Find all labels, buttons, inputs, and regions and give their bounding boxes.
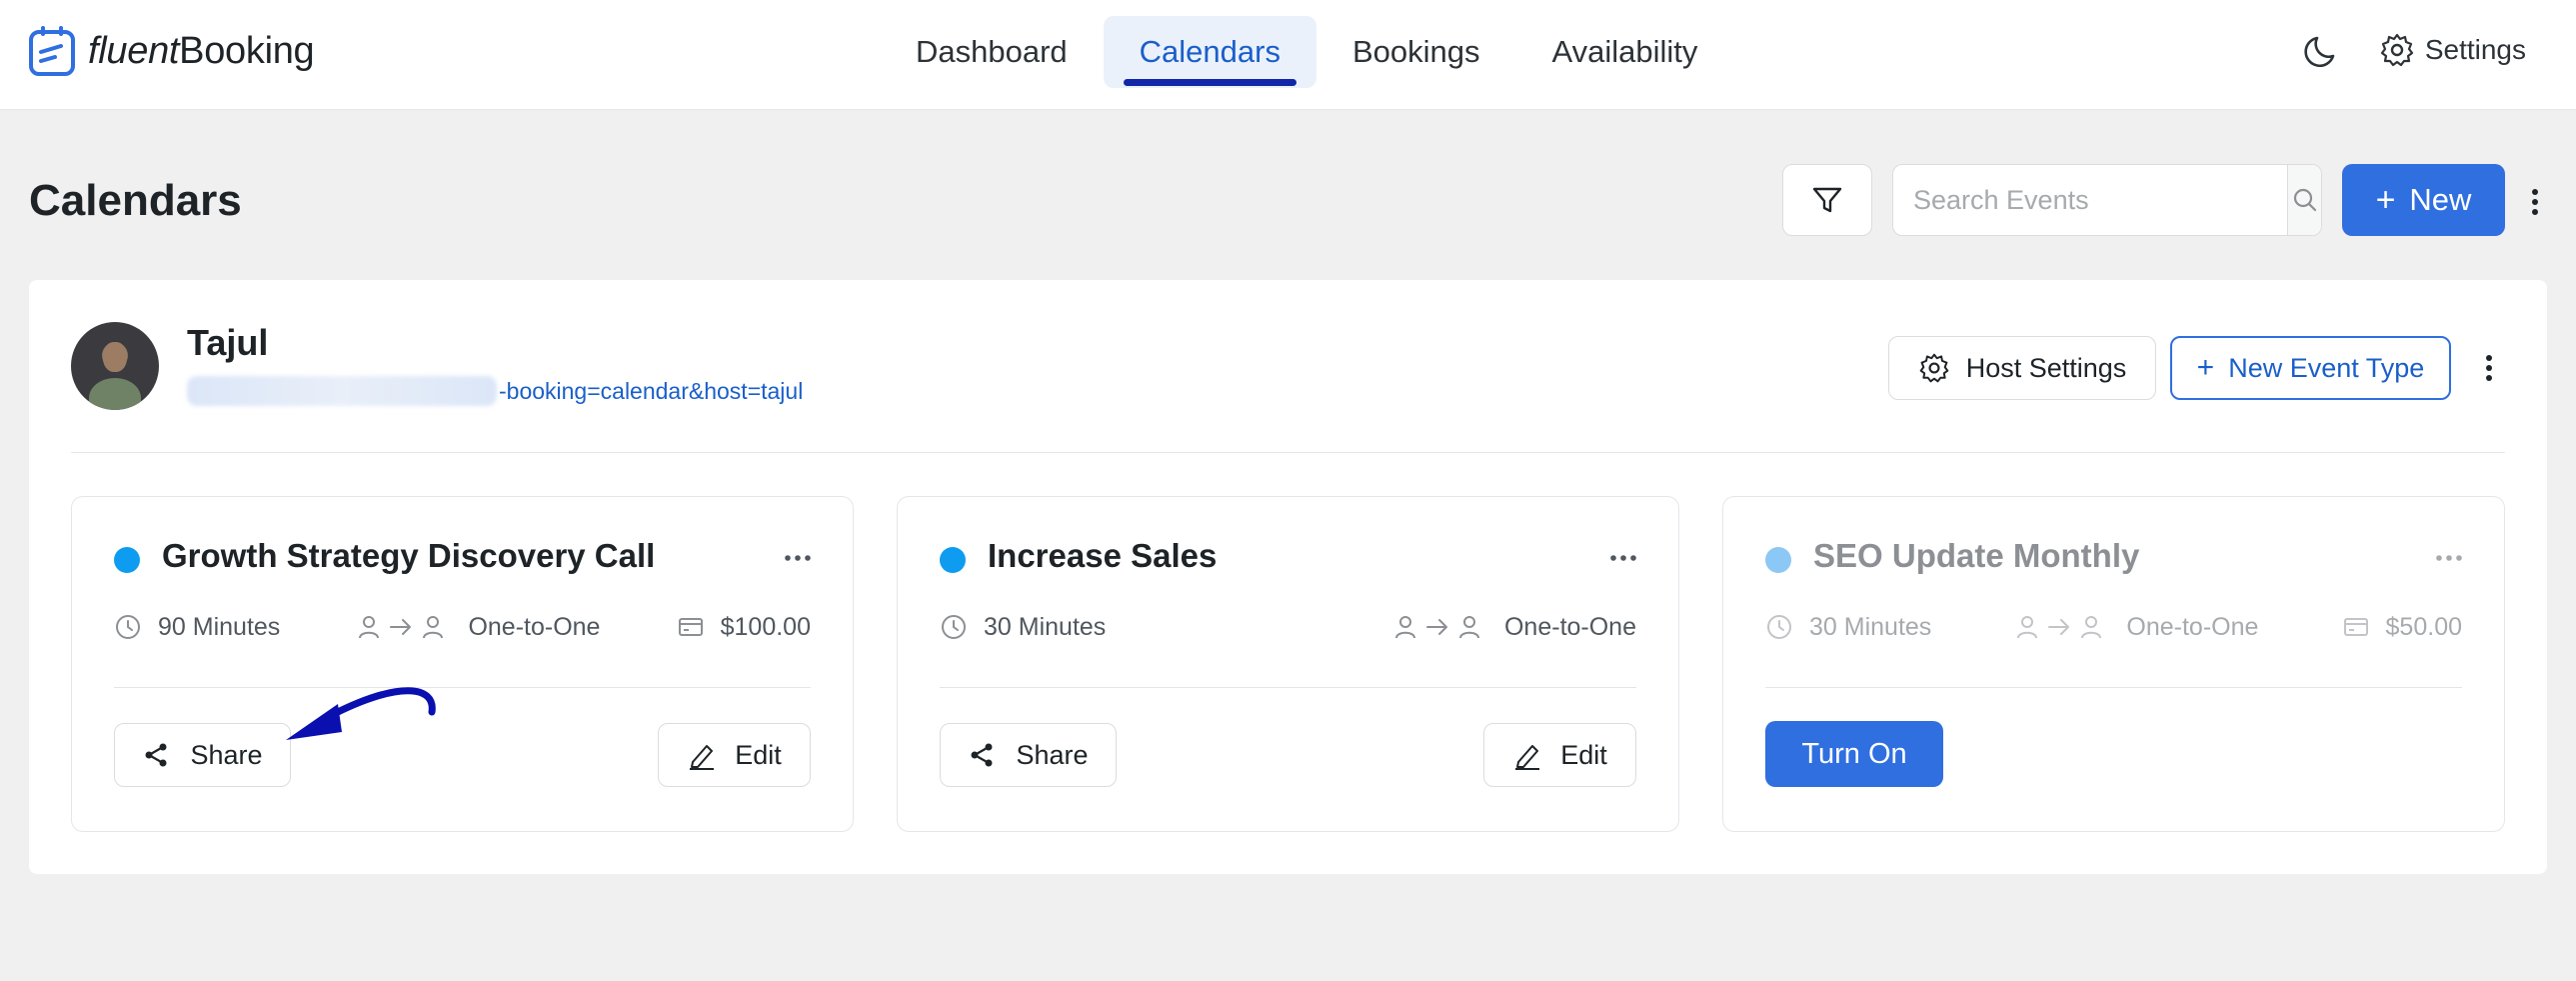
divider <box>71 452 2505 453</box>
edit-button[interactable]: Edit <box>1483 723 1636 787</box>
host-settings-button[interactable]: Host Settings <box>1888 336 2156 400</box>
event-price: $50.00 <box>2342 613 2462 642</box>
event-price-text: $50.00 <box>2385 612 2462 641</box>
event-color-dot <box>940 547 966 573</box>
share-icon <box>145 743 167 767</box>
event-more-options-icon[interactable] <box>2434 553 2464 563</box>
edit-label: Edit <box>735 739 782 770</box>
search-button[interactable] <box>2287 165 2321 235</box>
event-type: One-to-One <box>1392 613 1636 642</box>
calendar-logo-icon <box>29 26 75 76</box>
turn-on-button[interactable]: Turn On <box>1765 721 1943 787</box>
event-more-options-icon[interactable] <box>1608 553 1638 563</box>
one-to-one-icon <box>1392 614 1488 640</box>
divider <box>114 687 811 688</box>
event-type-text: One-to-One <box>468 612 601 641</box>
avatar <box>71 322 159 410</box>
app-logo[interactable]: fluentBooking <box>28 24 315 78</box>
clock-icon <box>116 615 140 639</box>
nav-calendars[interactable]: Calendars <box>1103 16 1316 88</box>
edit-button[interactable]: Edit <box>658 723 811 787</box>
event-card-growth-strategy[interactable]: Growth Strategy Discovery Call 90 Minute… <box>71 496 854 832</box>
event-card-increase-sales[interactable]: Increase Sales 30 Minutes One-to-One Sha… <box>897 496 1679 832</box>
event-color-dot <box>114 547 140 573</box>
event-color-dot <box>1765 547 1791 573</box>
blurred-url-prefix <box>187 376 497 406</box>
event-duration: 30 Minutes <box>1765 613 1931 642</box>
event-type-text: One-to-One <box>1503 612 1636 641</box>
event-price: $100.00 <box>677 613 811 642</box>
settings-link[interactable]: Settings <box>2379 32 2526 68</box>
filter-icon <box>1812 187 1842 213</box>
share-icon <box>971 743 993 767</box>
plus-icon: + <box>2196 351 2215 384</box>
host-url-link[interactable]: -booking=calendar&host=tajul <box>187 376 803 406</box>
event-title: SEO Update Monthly <box>1813 537 2140 574</box>
main-nav: Dashboard Calendars Bookings Availabilit… <box>880 16 1733 88</box>
event-duration-text: 90 Minutes <box>158 612 281 641</box>
share-label: Share <box>1016 739 1089 770</box>
gear-icon <box>2380 33 2413 67</box>
event-title: Increase Sales <box>988 537 1218 574</box>
gear-icon <box>1919 353 1949 383</box>
nav-availability[interactable]: Availability <box>1516 16 1734 88</box>
host-settings-label: Host Settings <box>1965 352 2127 383</box>
event-card-seo-update[interactable]: SEO Update Monthly 30 Minutes One-to-One… <box>1722 496 2505 832</box>
dark-mode-moon-icon[interactable] <box>2303 30 2343 70</box>
share-label: Share <box>190 739 263 770</box>
event-more-options-icon[interactable] <box>783 553 813 563</box>
host-more-options-icon[interactable] <box>2479 350 2499 386</box>
event-type: One-to-One <box>356 613 600 642</box>
new-event-type-button[interactable]: + New Event Type <box>2170 336 2451 400</box>
search-icon <box>2293 188 2316 212</box>
filter-button[interactable] <box>1782 164 1872 236</box>
credit-card-icon <box>678 618 703 636</box>
nav-bookings[interactable]: Bookings <box>1316 16 1516 88</box>
event-price-text: $100.00 <box>720 612 811 641</box>
event-duration-text: 30 Minutes <box>1809 612 1932 641</box>
new-event-type-label: New Event Type <box>2228 352 2425 383</box>
event-meta: 90 Minutes One-to-One $100.00 <box>114 607 811 647</box>
nav-dashboard[interactable]: Dashboard <box>880 16 1104 88</box>
share-button[interactable]: Share <box>940 723 1117 787</box>
event-meta: 30 Minutes One-to-One $50.00 <box>1765 607 2462 647</box>
event-duration: 90 Minutes <box>114 613 280 642</box>
edit-label: Edit <box>1560 739 1607 770</box>
event-type: One-to-One <box>2014 613 2258 642</box>
event-type-text: One-to-One <box>2126 612 2259 641</box>
app-name: fluentBooking <box>88 29 315 73</box>
pencil-icon <box>1515 745 1540 770</box>
top-right-actions: Settings <box>2303 30 2526 70</box>
logo-text-fluent: fluent <box>88 29 180 72</box>
pencil-icon <box>690 745 715 770</box>
event-title: Growth Strategy Discovery Call <box>162 537 656 574</box>
logo-text-booking: Booking <box>179 29 315 72</box>
event-duration-text: 30 Minutes <box>984 612 1107 641</box>
host-calendar-card: Tajul -booking=calendar&host=tajul Host … <box>29 280 2547 874</box>
new-button-label: New <box>2409 182 2472 217</box>
page-title: Calendars <box>29 176 242 225</box>
one-to-one-icon <box>356 614 452 640</box>
divider <box>940 687 1636 688</box>
settings-label: Settings <box>2424 34 2526 65</box>
new-calendar-button[interactable]: + New <box>2342 164 2505 236</box>
share-button[interactable]: Share <box>114 723 291 787</box>
credit-card-icon <box>2343 618 2368 636</box>
top-bar: fluentBooking Dashboard Calendars Bookin… <box>0 0 2576 110</box>
clock-icon <box>1767 615 1791 639</box>
host-url-text: -booking=calendar&host=tajul <box>499 377 804 404</box>
event-duration: 30 Minutes <box>940 613 1106 642</box>
plus-icon: + <box>2375 180 2396 219</box>
event-meta: 30 Minutes One-to-One <box>940 607 1636 647</box>
clock-icon <box>942 615 966 639</box>
host-name: Tajul <box>187 322 269 363</box>
search-box <box>1892 164 2322 236</box>
page-more-options-icon[interactable] <box>2525 182 2545 222</box>
search-input[interactable] <box>1893 165 2287 235</box>
one-to-one-icon <box>2014 614 2110 640</box>
divider <box>1765 687 2462 688</box>
